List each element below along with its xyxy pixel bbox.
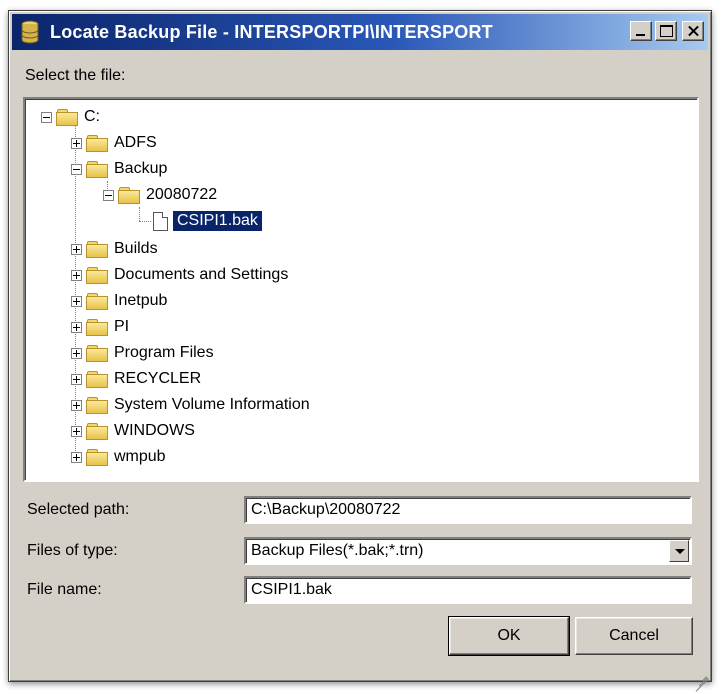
tree-node-program-files[interactable]: Program Files	[71, 341, 214, 365]
tree-node-label: PI	[114, 318, 130, 335]
tree-node-label: Program Files	[114, 344, 214, 361]
file-name-label: File name:	[27, 581, 102, 598]
expand-icon[interactable]	[71, 451, 82, 463]
folder-icon	[86, 319, 108, 336]
window-title: Locate Backup File - INTERSPORTPI\INTERS…	[50, 21, 493, 42]
dropdown-arrow-icon[interactable]	[669, 540, 689, 562]
maximize-button[interactable]	[655, 21, 677, 41]
minimize-button[interactable]	[630, 21, 652, 41]
folder-icon	[56, 109, 78, 126]
file-icon	[153, 211, 168, 231]
resize-grip-icon[interactable]	[693, 663, 709, 692]
files-of-type-label: Files of type:	[27, 542, 118, 559]
tree-node-label: CSIPI1.bak	[172, 210, 263, 232]
tree-connector	[139, 207, 140, 221]
file-tree[interactable]: C: ADFS Backup 20080722 CSIPI1.bak Build…	[23, 97, 699, 482]
tree-node-root[interactable]: C:	[41, 105, 100, 129]
backup-database-icon	[20, 19, 40, 45]
folder-icon	[86, 397, 108, 414]
tree-node-label: Builds	[114, 240, 158, 257]
tree-node-adfs[interactable]: ADFS	[71, 131, 157, 155]
tree-node-file-selected[interactable]: CSIPI1.bak	[153, 209, 263, 233]
tree-node-documents-and-settings[interactable]: Documents and Settings	[71, 263, 288, 287]
window-controls	[630, 21, 704, 41]
folder-icon	[86, 267, 108, 284]
tree-node-label: ADFS	[114, 134, 157, 151]
files-of-type-value: Backup Files(*.bak;*.trn)	[251, 542, 424, 559]
expand-icon[interactable]	[71, 347, 82, 359]
expand-icon[interactable]	[71, 425, 82, 437]
expand-icon[interactable]	[71, 137, 82, 149]
close-button[interactable]	[682, 21, 704, 41]
cancel-button[interactable]: Cancel	[575, 617, 693, 655]
title-bar[interactable]: Locate Backup File - INTERSPORTPI\INTERS…	[12, 14, 708, 50]
expand-icon[interactable]	[71, 295, 82, 307]
tree-node-backup[interactable]: Backup	[71, 157, 167, 181]
tree-node-label: Backup	[114, 160, 168, 177]
tree-node-builds[interactable]: Builds	[71, 237, 158, 261]
tree-node-windows[interactable]: WINDOWS	[71, 419, 195, 443]
tree-node-recycler[interactable]: RECYCLER	[71, 367, 201, 391]
tree-node-label: Documents and Settings	[114, 266, 289, 283]
select-file-label: Select the file:	[25, 67, 126, 85]
collapse-icon[interactable]	[41, 111, 52, 123]
folder-icon	[86, 293, 108, 310]
select-file-label-text: Select the file:	[25, 67, 126, 84]
ok-button[interactable]: OK	[448, 616, 570, 656]
tree-node-system-volume-information[interactable]: System Volume Information	[71, 393, 310, 417]
expand-icon[interactable]	[71, 243, 82, 255]
collapse-icon[interactable]	[71, 163, 82, 175]
folder-icon	[86, 241, 108, 258]
tree-node-label: RECYCLER	[114, 370, 202, 387]
folder-open-icon	[86, 161, 108, 178]
tree-node-20080722[interactable]: 20080722	[103, 183, 217, 207]
selected-path-field[interactable]	[244, 496, 692, 524]
expand-icon[interactable]	[71, 321, 82, 333]
tree-node-label: System Volume Information	[114, 396, 310, 413]
folder-icon	[86, 371, 108, 388]
expand-icon[interactable]	[71, 373, 82, 385]
expand-icon[interactable]	[71, 269, 82, 281]
folder-icon	[86, 345, 108, 362]
file-name-input[interactable]	[251, 581, 690, 599]
collapse-icon[interactable]	[103, 189, 114, 201]
folder-open-icon	[118, 187, 140, 204]
folder-icon	[86, 135, 108, 152]
folder-icon	[86, 449, 108, 466]
selected-path-input[interactable]	[251, 501, 690, 519]
locate-backup-file-dialog: Locate Backup File - INTERSPORTPI\INTERS…	[8, 10, 712, 692]
tree-connector	[139, 221, 151, 222]
files-of-type-select[interactable]: Backup Files(*.bak;*.trn)	[244, 537, 692, 565]
file-name-field[interactable]	[244, 576, 692, 604]
folder-icon	[86, 423, 108, 440]
tree-node-wmpub[interactable]: wmpub	[71, 445, 166, 469]
tree-node-label: 20080722	[146, 186, 218, 203]
tree-node-label: C:	[84, 108, 100, 125]
tree-node-pi[interactable]: PI	[71, 315, 129, 339]
expand-icon[interactable]	[71, 399, 82, 411]
selected-path-label: Selected path:	[27, 501, 130, 518]
tree-node-label: wmpub	[114, 448, 166, 465]
tree-node-label: Inetpub	[114, 292, 168, 309]
tree-node-inetpub[interactable]: Inetpub	[71, 289, 167, 313]
tree-node-label: WINDOWS	[114, 422, 195, 439]
